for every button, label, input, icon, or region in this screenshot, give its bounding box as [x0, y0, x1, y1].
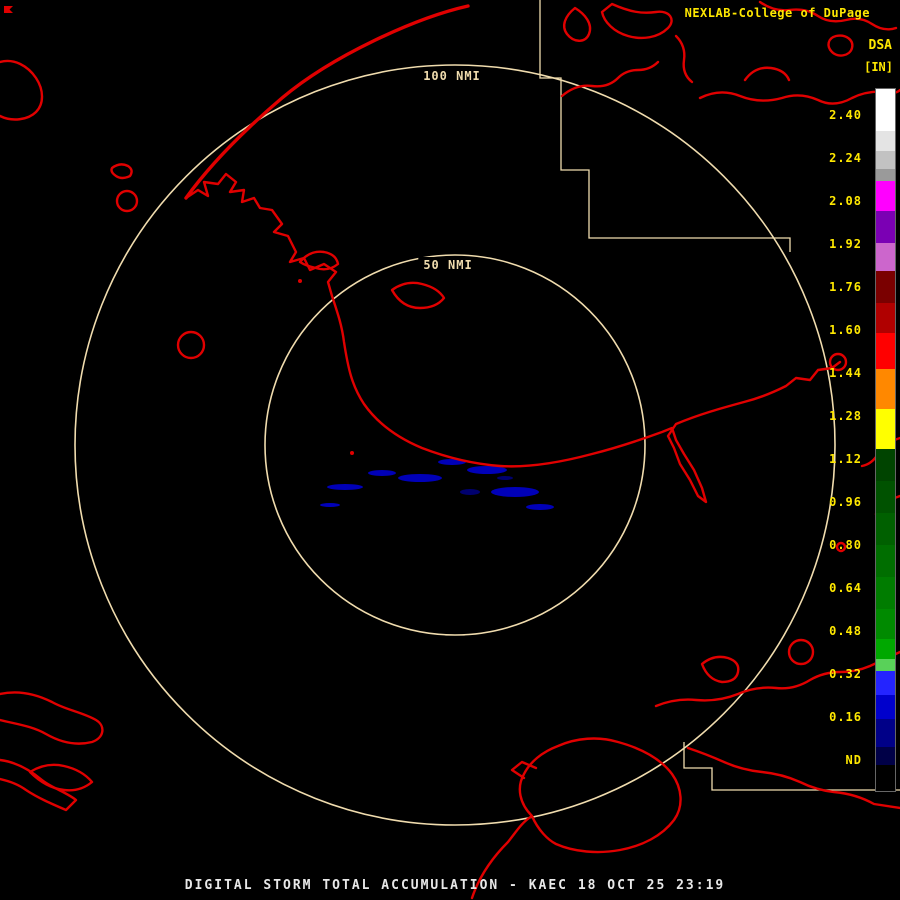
- colorbar-segment: [876, 151, 895, 169]
- colorbar-segment: [876, 181, 895, 211]
- island-outline: [112, 164, 132, 178]
- legend-tick-label: 2.40: [829, 107, 862, 123]
- island-large-south: [472, 739, 681, 898]
- colorbar-segment: [876, 409, 895, 449]
- legend-tick-label: 1.12: [829, 451, 862, 467]
- legend-tick-label: 2.08: [829, 193, 862, 209]
- legend-tick-label: 1.60: [829, 322, 862, 338]
- flag-icon: [0, 4, 16, 20]
- island-circle: [117, 191, 137, 211]
- colorbar-segment: [876, 513, 895, 545]
- legend-tick-label: 1.76: [829, 279, 862, 295]
- coastline-southwest: [0, 692, 102, 743]
- radar-map: [0, 0, 900, 900]
- legend-tick-label: 0.48: [829, 623, 862, 639]
- legend-tick-labels: 2.40 2.24 2.08 1.92 1.76 1.60 1.44 1.28 1.12 0.96…: [810, 88, 862, 790]
- legend-product-label: DSA: [869, 38, 892, 53]
- colorbar-segment: [876, 243, 895, 271]
- coastline-west: [0, 61, 42, 120]
- range-rings: [75, 65, 835, 825]
- legend-tick-label: 0.80: [829, 537, 862, 553]
- legend-tick-label: ND: [846, 752, 862, 768]
- legend-tick-label: 2.24: [829, 150, 862, 166]
- colorbar-segment: [876, 671, 895, 695]
- legend-tick-label: 0.64: [829, 580, 862, 596]
- island-outline: [392, 283, 444, 308]
- colorbar-segment: [876, 545, 895, 577]
- range-ring-inner: [265, 255, 645, 635]
- lake-outline: [564, 8, 590, 41]
- lake-outline: [829, 36, 853, 56]
- river-line: [676, 36, 692, 82]
- river-line: [745, 68, 789, 80]
- colorbar-segment: [876, 577, 895, 609]
- river-line: [562, 62, 658, 96]
- colorbar-segment: [876, 659, 895, 671]
- zone-boundary-southeast: [684, 742, 900, 790]
- legend-units-label: [IN]: [864, 60, 893, 74]
- range-ring-outer: [75, 65, 835, 825]
- colorbar: [875, 88, 896, 792]
- colorbar-segment: [876, 449, 895, 481]
- river-line: [700, 90, 900, 104]
- legend-tick-label: 1.28: [829, 408, 862, 424]
- legend-tick-label: 1.44: [829, 365, 862, 381]
- legend-tick-label: 1.92: [829, 236, 862, 252]
- colorbar-segment: [876, 765, 895, 791]
- coastline-arc: [186, 6, 468, 198]
- legend-tick-label: 0.96: [829, 494, 862, 510]
- colorbar-segment: [876, 747, 895, 765]
- map-speck: [350, 451, 354, 455]
- colorbar-segment: [876, 333, 895, 369]
- colorbar-segment: [876, 481, 895, 513]
- colorbar-segment: [876, 609, 895, 639]
- brand-text: NEXLAB-College of DuPage: [685, 6, 870, 20]
- radar-display: 100 NMI 50 NMI NEXLAB-College of DuPage …: [0, 0, 900, 900]
- colorbar-segment: [876, 169, 895, 181]
- colorbar-segment: [876, 719, 895, 747]
- colorbar-segment: [876, 211, 895, 243]
- colorbar-segment: [876, 369, 895, 409]
- product-title: DIGITAL STORM TOTAL ACCUMULATION - KAEC …: [185, 878, 725, 893]
- coastlines: [0, 2, 900, 898]
- coastline-southeast: [688, 748, 900, 808]
- island-circle: [178, 332, 204, 358]
- legend-tick-label: 0.32: [829, 666, 862, 682]
- coastline-east: [656, 652, 900, 706]
- colorbar-segment: [876, 695, 895, 719]
- colorbar-segment: [876, 639, 895, 659]
- colorbar-segment: [876, 271, 895, 303]
- colorbar-segment: [876, 89, 895, 131]
- colorbar-segment: [876, 303, 895, 333]
- colorbar-segment: [876, 131, 895, 151]
- zone-boundary-north: [540, 0, 790, 252]
- range-ring-inner-label: 50 NMI: [418, 257, 477, 273]
- main-coastline: [186, 174, 840, 502]
- range-ring-outer-label: 100 NMI: [418, 68, 486, 84]
- map-speck: [298, 279, 302, 283]
- lake-outline: [602, 4, 672, 38]
- legend-tick-label: 0.16: [829, 709, 862, 725]
- lake-outline: [702, 657, 738, 682]
